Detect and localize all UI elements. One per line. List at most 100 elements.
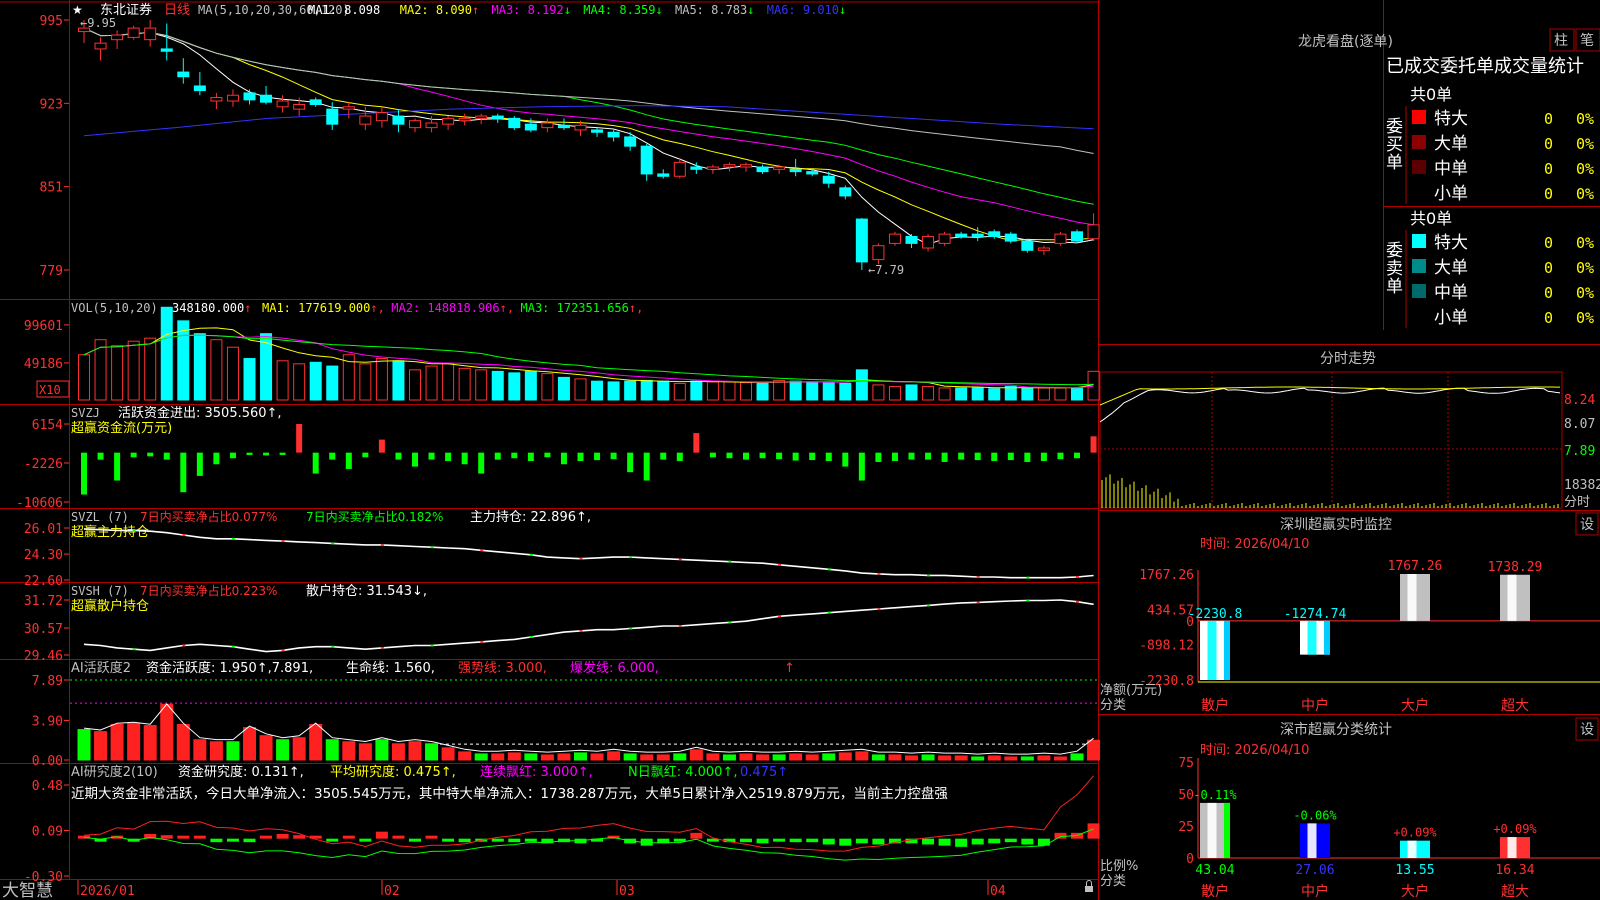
ai1-text1: 资金活跃度: 1.950↑,7.891, xyxy=(146,660,313,676)
main-header: ★ 东北证券 日线 MA(5,10,20,30,60,120) MA1: 8.0… xyxy=(72,2,846,18)
svzj-bar xyxy=(163,452,170,460)
intraday-chart: 8.24 8.07 7.89 18382 分时 xyxy=(1099,371,1600,510)
ai1-bar xyxy=(292,737,306,761)
sell-label-3: 中单 xyxy=(1434,283,1468,303)
candle-body xyxy=(293,103,306,110)
svzl-dot xyxy=(1026,576,1030,579)
svzl-dot xyxy=(877,572,881,575)
candle-body xyxy=(789,168,802,173)
sell-label-1: 特大 xyxy=(1434,233,1468,253)
candle-body xyxy=(127,27,140,38)
main-y-tick-2: 923 xyxy=(40,97,63,112)
ai1-bar xyxy=(772,754,786,761)
ai1-bar xyxy=(855,751,869,761)
monitor-cat-2: 中户 xyxy=(1301,697,1329,714)
svsh-dot xyxy=(430,644,434,647)
ai2-bar xyxy=(392,835,405,839)
candle-body xyxy=(508,117,521,129)
ai2-bar xyxy=(491,838,504,842)
classify-change-4: +0.09% xyxy=(1493,822,1537,836)
ai1-bar xyxy=(656,754,670,761)
classify-bar-1-shine xyxy=(1207,802,1217,858)
candle-body xyxy=(740,164,752,168)
ai1-bar xyxy=(905,755,918,761)
svsh-dot xyxy=(380,646,384,649)
sell-swatch-3 xyxy=(1412,284,1426,298)
ai1-y-axis: 7.89 3.90 0.00 xyxy=(32,674,69,769)
vol-bar xyxy=(276,360,289,401)
ai2-bar xyxy=(806,838,819,843)
ai1-bar xyxy=(888,754,902,761)
vol-bar xyxy=(1004,385,1017,401)
svzj-bar xyxy=(81,452,87,495)
ai2-bar xyxy=(243,838,256,843)
svzj-y-tick-3: -10606 xyxy=(16,496,63,511)
ai1-bar xyxy=(176,724,190,761)
vol-header: VOL(5,10,20) 348180.000↑ MA1: 177619.000… xyxy=(71,301,643,315)
svzj-bar xyxy=(527,452,534,462)
candle-body xyxy=(839,187,852,197)
candle-body xyxy=(210,97,223,102)
svsh-dot xyxy=(728,621,732,624)
ai1-bar xyxy=(474,753,488,761)
ma-legend-item-3: MA3: 8.192↓ xyxy=(492,3,571,17)
stock-chart-canvas[interactable]: ★ 东北证券 日线 MA(5,10,20,30,60,120) MA1: 8.0… xyxy=(0,0,1600,900)
classify-title: 深市超赢分类统计 xyxy=(1280,721,1392,738)
monitor-value-3: 1767.26 xyxy=(1388,559,1443,574)
ai1-bar xyxy=(375,739,389,761)
vol-bar xyxy=(673,382,686,401)
vol-bar xyxy=(508,372,521,401)
monitor-cat-4: 超大 xyxy=(1501,698,1529,714)
svzj-bar xyxy=(196,452,203,476)
vol-bar xyxy=(111,345,124,401)
vol-bar xyxy=(789,380,802,401)
svzj-bar xyxy=(991,452,998,462)
monitor-bar-3-shine xyxy=(1407,574,1417,621)
monitor-bar-2-shine xyxy=(1307,620,1317,655)
monitor-settings-button[interactable]: 设 xyxy=(1575,512,1599,536)
svsh-y-tick-3: 29.46 xyxy=(24,649,63,664)
svzj-bar xyxy=(709,452,716,458)
sell-count-1: 0 xyxy=(1544,234,1553,252)
candle-body xyxy=(243,92,256,101)
candle-body xyxy=(111,34,124,41)
svsh-text1: 7日内买卖净占比0.223% xyxy=(140,583,277,598)
ma-legend: MA1: 8.098 MA2: 8.090↑ MA3: 8.192↓ MA4: 8.3… xyxy=(308,3,846,17)
svzl-y-tick-3: 22.60 xyxy=(24,574,63,589)
bar-view-button[interactable]: 柱 xyxy=(1549,28,1575,52)
vol-bar xyxy=(938,387,951,401)
svsh-y-axis: 31.72 30.57 29.46 xyxy=(24,594,69,664)
svzl-dot xyxy=(778,563,782,566)
pen-view-button[interactable]: 笔 xyxy=(1575,28,1600,52)
classify-change-3: +0.09% xyxy=(1393,826,1437,840)
ai1-bar xyxy=(226,741,240,761)
candle-body xyxy=(226,94,239,102)
ai2-bar xyxy=(359,838,372,842)
buy-count-2: 0 xyxy=(1544,135,1553,153)
svzj-bar xyxy=(1040,452,1047,462)
vol-bar xyxy=(839,382,852,401)
vol-bar xyxy=(855,369,868,401)
vol-bar xyxy=(690,380,703,401)
buy-total: 共0单 xyxy=(1410,85,1452,104)
buy-label-4: 小单 xyxy=(1434,184,1468,204)
vol-legend-item-1: MA1: 177619.000↑, xyxy=(262,301,385,315)
vol-bar xyxy=(557,376,570,401)
svzl-dot xyxy=(231,537,235,540)
svsh-dot xyxy=(629,627,633,630)
svsh-subtitle: 超赢散户持仓 xyxy=(71,598,149,614)
candle-body xyxy=(723,164,736,168)
ai1-bar xyxy=(259,735,273,761)
ai2-bar xyxy=(740,838,752,843)
svzl-dot xyxy=(480,549,484,552)
sell-side-char: 单 xyxy=(1386,277,1403,297)
classify-settings-button[interactable]: 设 xyxy=(1575,717,1599,741)
ai1-bar xyxy=(276,739,290,761)
ai2-bar xyxy=(690,832,703,839)
vol-bar xyxy=(1054,387,1067,401)
ai1-bar xyxy=(441,747,455,761)
monitor-tick-1: 1767.26 xyxy=(1139,568,1194,583)
svzj-bar xyxy=(776,452,783,460)
svzj-bar xyxy=(660,452,667,460)
vol-bar xyxy=(541,373,554,401)
